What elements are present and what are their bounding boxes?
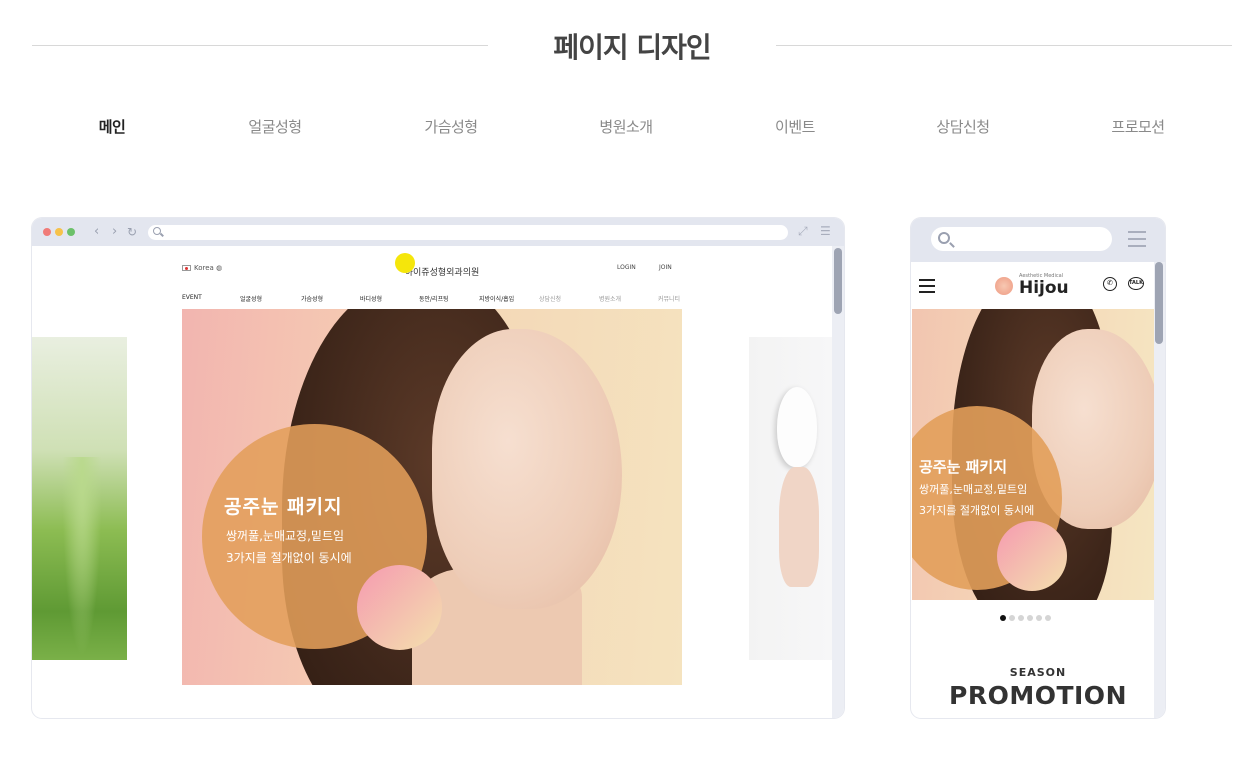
carousel-dot[interactable] bbox=[1018, 615, 1024, 621]
header-divider-right bbox=[776, 45, 1232, 46]
carousel-dot[interactable] bbox=[1000, 615, 1006, 621]
carousel-dot[interactable] bbox=[1045, 615, 1051, 621]
site-menu-face[interactable]: 얼굴성형 bbox=[240, 294, 262, 303]
white-mask-shape bbox=[777, 387, 817, 467]
mobile-mockup: Aesthetic Medical Hijou ✆ TALK 공주눈 패키지 쌍… bbox=[911, 218, 1165, 718]
hero-gradient-circle bbox=[357, 565, 442, 650]
site-menu-community[interactable]: 커뮤니티 bbox=[658, 294, 680, 303]
mobile-search-input[interactable] bbox=[931, 227, 1112, 251]
site-menu-about[interactable]: 병원소개 bbox=[599, 294, 621, 303]
menu-icon[interactable]: ☰ bbox=[820, 224, 831, 238]
site-menu-event[interactable]: EVENT bbox=[182, 294, 202, 301]
hand-shape bbox=[779, 467, 819, 587]
hero-title: 공주눈 패키지 bbox=[224, 496, 343, 518]
page-tabs: 메인 얼굴성형 가슴성형 병원소개 이벤트 상담신청 프로모션 bbox=[24, 116, 1224, 142]
carousel-pagination bbox=[1000, 606, 1054, 621]
mobile-toolbar bbox=[911, 218, 1165, 262]
hero-face-shape bbox=[432, 329, 622, 609]
join-link[interactable]: JOIN bbox=[659, 264, 672, 271]
tab-hospital-intro[interactable]: 병원소개 bbox=[556, 116, 696, 137]
mobile-hero-title: 공주눈 패키지 bbox=[919, 458, 1008, 476]
carousel-dot[interactable] bbox=[1027, 615, 1033, 621]
tab-breast-surgery[interactable]: 가슴성형 bbox=[381, 116, 521, 137]
korea-flag-icon bbox=[182, 265, 191, 271]
region-label: Korea bbox=[194, 264, 214, 272]
section-title: 페이지 디자인 bbox=[553, 31, 711, 64]
mobile-hero-subtitle-2: 3가지를 절개없이 동시에 bbox=[919, 504, 1035, 517]
carousel-dot[interactable] bbox=[1036, 615, 1042, 621]
browser-toolbar: ‹ › ↻ ⤢ ☰ bbox=[32, 218, 844, 246]
region-selector[interactable]: Korea ◍ bbox=[182, 264, 222, 272]
search-icon bbox=[938, 232, 950, 244]
forward-icon[interactable]: › bbox=[112, 224, 117, 240]
whatsapp-icon[interactable]: ✆ bbox=[1103, 277, 1117, 291]
logo-mark-icon bbox=[995, 277, 1013, 295]
mobile-hero-subtitle-1: 쌍꺼풀,눈매교정,밑트임 bbox=[919, 483, 1028, 496]
carousel-dot[interactable] bbox=[1009, 615, 1015, 621]
browser-scrollbar-track[interactable] bbox=[832, 246, 844, 718]
site-menu-body[interactable]: 바디성형 bbox=[360, 294, 382, 303]
desktop-browser-mockup: ‹ › ↻ ⤢ ☰ Korea ◍ 하이쥬성형외과의원 LOGIN JOIN E… bbox=[32, 218, 844, 718]
promotion-heading: PROMOTION bbox=[949, 681, 1127, 710]
mobile-hero-gradient-circle bbox=[997, 521, 1067, 591]
reload-icon[interactable]: ↻ bbox=[127, 224, 137, 240]
minimize-window-dot[interactable] bbox=[55, 228, 63, 236]
menu-icon[interactable] bbox=[1128, 231, 1146, 247]
expand-icon[interactable]: ⤢ bbox=[798, 224, 808, 239]
site-menu-fat[interactable]: 지방이식/흡입 bbox=[479, 294, 514, 303]
tab-face-surgery[interactable]: 얼굴성형 bbox=[205, 116, 345, 137]
site-menu-consult[interactable]: 상담신청 bbox=[539, 294, 561, 303]
site-logo[interactable]: 하이쥬성형외과의원 bbox=[352, 265, 532, 278]
address-bar[interactable] bbox=[148, 225, 788, 240]
site-menu-breast[interactable]: 가슴성형 bbox=[301, 294, 323, 303]
hamburger-icon[interactable] bbox=[919, 279, 935, 293]
mobile-hero-banner[interactable]: 공주눈 패키지 쌍꺼풀,눈매교정,밑트임 3가지를 절개없이 동시에 bbox=[912, 309, 1154, 600]
login-link[interactable]: LOGIN bbox=[617, 264, 636, 271]
mobile-logo[interactable]: Hijou bbox=[1019, 278, 1069, 298]
header-divider-left bbox=[32, 45, 488, 46]
site-menu: EVENT 얼굴성형 가슴성형 바디성형 동안/리프팅 지방이식/흡입 상담신청… bbox=[182, 294, 682, 304]
season-label: SEASON bbox=[1009, 666, 1067, 679]
next-slide-image[interactable] bbox=[749, 337, 832, 660]
mobile-scrollbar-thumb[interactable] bbox=[1155, 262, 1163, 344]
cursor-highlight bbox=[395, 253, 415, 273]
site-menu-lifting[interactable]: 동안/리프팅 bbox=[419, 294, 449, 303]
tab-promotion[interactable]: 프로모션 bbox=[1068, 116, 1208, 137]
hero-banner[interactable]: 공주눈 패키지 쌍꺼풀,눈매교정,밑트임 3가지를 절개없이 동시에 bbox=[182, 309, 682, 685]
search-icon bbox=[153, 227, 161, 235]
maximize-window-dot[interactable] bbox=[67, 228, 75, 236]
back-icon[interactable]: ‹ bbox=[94, 224, 99, 240]
tab-main[interactable]: 메인 bbox=[42, 116, 182, 137]
tab-consultation[interactable]: 상담신청 bbox=[893, 116, 1033, 137]
hero-subtitle-1: 쌍꺼풀,눈매교정,밑트임 bbox=[226, 529, 345, 543]
hero-subtitle-2: 3가지를 절개없이 동시에 bbox=[226, 551, 352, 565]
prev-slide-image[interactable] bbox=[32, 337, 127, 660]
browser-scrollbar-thumb[interactable] bbox=[834, 248, 842, 314]
kakaotalk-icon[interactable]: TALK bbox=[1128, 277, 1144, 290]
tab-event[interactable]: 이벤트 bbox=[725, 116, 865, 137]
close-window-dot[interactable] bbox=[43, 228, 51, 236]
